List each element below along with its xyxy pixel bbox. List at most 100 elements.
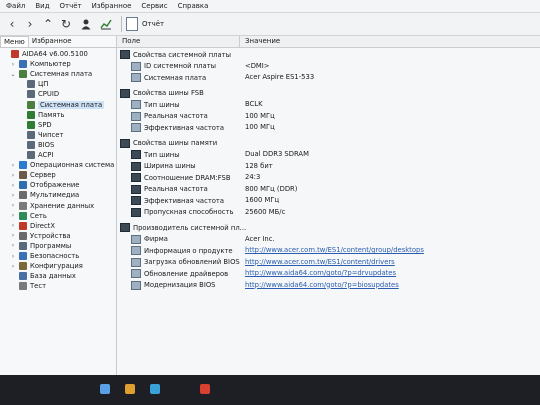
expand-icon[interactable]: › — [10, 222, 16, 229]
up-icon[interactable]: ⌃ — [40, 16, 56, 32]
menu-report[interactable]: Отчёт — [60, 2, 82, 10]
expand-icon[interactable]: › — [10, 253, 16, 260]
tree-item[interactable]: › Отображение — [10, 180, 80, 190]
detail-row[interactable]: Тип шины Dual DDR3 SDRAM — [117, 149, 540, 159]
group-row[interactable]: Свойства шины памяти — [117, 138, 540, 148]
taskbar-folder-icon[interactable] — [125, 384, 135, 394]
column-value[interactable]: Значение — [245, 37, 280, 45]
tree-item[interactable]: BIOS — [18, 140, 54, 150]
detail-row[interactable]: Тип шины BCLK — [117, 99, 540, 109]
detail-row[interactable]: Обновление драйверов http://www.aida64.co… — [117, 268, 540, 278]
field-cell: ID системной платы — [131, 61, 216, 71]
back-icon[interactable]: ‹ — [4, 16, 20, 32]
tab-menu[interactable]: Меню — [0, 36, 29, 47]
detail-row[interactable]: Загрузка обновлений BIOS http://www.acer.… — [117, 257, 540, 267]
column-separator[interactable] — [239, 36, 240, 47]
detail-row[interactable]: Ширина шины 128 бит — [117, 161, 540, 171]
detail-row[interactable]: Системная плата Acer Aspire ES1-533 — [117, 72, 540, 82]
forward-icon[interactable]: › — [22, 16, 38, 32]
group-row[interactable]: Свойства системной платы — [117, 49, 540, 59]
expand-icon[interactable]: › — [10, 192, 16, 199]
expand-icon[interactable]: › — [10, 162, 16, 169]
expand-icon[interactable]: › — [10, 212, 16, 219]
tree-item[interactable]: › Операционная система — [10, 160, 114, 170]
tree-item[interactable]: База данных — [10, 271, 76, 281]
tree-item[interactable]: ACPI — [18, 150, 53, 160]
tree-item[interactable]: › Компьютер — [10, 59, 71, 69]
tree-item-label: Отображение — [30, 181, 80, 190]
tree-item-icon — [27, 120, 35, 129]
navigation-panel: Меню Избранное AIDA64 v6.00.5100 › Компьют… — [0, 36, 117, 375]
detail-row[interactable]: Реальная частота 800 МГц (DDR) — [117, 184, 540, 194]
tree-item[interactable]: › Мультимедиа — [10, 190, 79, 200]
expand-icon[interactable]: › — [10, 61, 16, 68]
tree-item[interactable]: AIDA64 v6.00.5100 — [2, 49, 88, 59]
tree-item[interactable]: › Устройства — [10, 231, 71, 241]
detail-row[interactable]: Модернизация BIOS http://www.aida64.com/g… — [117, 280, 540, 290]
menu-file[interactable]: Файл — [6, 2, 25, 10]
value-link[interactable]: http://www.aida64.com/goto/?p=biosupdate… — [245, 281, 399, 289]
detail-row[interactable]: ID системной платы <DMI> — [117, 61, 540, 71]
column-field[interactable]: Поле — [122, 37, 140, 45]
value-link[interactable]: http://www.aida64.com/goto/?p=drvupdates — [245, 269, 396, 277]
tree-item[interactable]: › Сервер — [10, 170, 56, 180]
menu-help[interactable]: Справка — [178, 2, 209, 10]
taskbar-app-icon[interactable] — [100, 384, 110, 394]
detail-row[interactable]: Соотношение DRAM:FSB 24:3 — [117, 172, 540, 182]
expand-icon[interactable]: › — [10, 242, 16, 249]
report-button[interactable]: Отчёт — [126, 16, 164, 32]
tree-item-label: Безопасность — [30, 252, 80, 260]
expand-icon[interactable]: › — [10, 263, 16, 270]
field-label: Пропускная способность — [144, 208, 234, 216]
expand-icon[interactable]: › — [10, 202, 16, 209]
expand-icon[interactable]: › — [10, 232, 16, 239]
tree-item-label: Хранение данных — [30, 201, 95, 210]
refresh-icon[interactable]: ↻ — [58, 16, 74, 32]
detail-row[interactable]: Эффективная частота 100 МГц — [117, 122, 540, 132]
tree-item[interactable]: SPD — [18, 120, 52, 130]
tree-item-label: Сервер — [30, 171, 56, 180]
tree-item[interactable]: Тест — [10, 281, 46, 291]
chart-icon[interactable] — [98, 16, 114, 32]
detail-row[interactable]: Информация о продукте http://www.acer.com… — [117, 245, 540, 255]
tree-item[interactable]: Память — [18, 110, 64, 120]
tree-item-icon — [19, 221, 27, 230]
menu-view[interactable]: Вид — [35, 2, 49, 10]
expand-icon[interactable]: › — [10, 172, 16, 179]
tree-item[interactable]: CPUID — [18, 89, 59, 99]
taskbar-aida64-icon[interactable] — [200, 384, 210, 394]
tree-item-label: Тест — [30, 282, 47, 291]
field-label: Производитель системной пл... — [133, 223, 247, 232]
group-row[interactable]: Производитель системной пл... — [117, 222, 540, 232]
tree-item[interactable]: › Безопасность — [10, 251, 79, 261]
user-icon[interactable] — [78, 16, 94, 32]
report-icon — [126, 17, 138, 31]
tree-item[interactable]: › Хранение данных — [10, 201, 94, 211]
tree-item-icon — [27, 130, 35, 139]
tree-item[interactable]: Системная плата — [18, 100, 105, 110]
tree-item[interactable]: › Программы — [10, 241, 71, 251]
detail-row[interactable]: Эффективная частота 1600 МГц — [117, 195, 540, 205]
field-icon — [131, 246, 141, 255]
tree-item[interactable]: Чипсет — [18, 130, 63, 140]
detail-row[interactable]: Реальная частота 100 МГц — [117, 111, 540, 121]
tree-item[interactable]: › Сеть — [10, 211, 47, 221]
detail-row[interactable]: Пропускная способность 25600 МБ/с — [117, 207, 540, 217]
menu-service[interactable]: Сервис — [141, 2, 167, 10]
taskbar-browser-icon[interactable] — [150, 384, 160, 394]
menu-favorites[interactable]: Избранное — [92, 2, 132, 10]
tree-item[interactable]: › DirectX — [10, 221, 55, 231]
tree-item[interactable]: › Конфигурация — [10, 261, 83, 271]
field-icon — [131, 196, 141, 205]
value-link[interactable]: http://www.acer.com.tw/ES1/content/drive… — [245, 258, 395, 266]
expand-icon[interactable]: ⌄ — [10, 71, 16, 78]
expand-icon[interactable]: › — [10, 182, 16, 189]
tree-item[interactable]: ЦП — [18, 79, 48, 89]
tree-item-icon — [19, 201, 27, 210]
tree-item-icon — [19, 272, 27, 281]
tab-favorites[interactable]: Избранное — [29, 36, 75, 47]
tree-item[interactable]: ⌄ Системная плата — [10, 69, 92, 79]
group-row[interactable]: Свойства шины FSB — [117, 88, 540, 98]
detail-row[interactable]: Фирма Acer Inc. — [117, 234, 540, 244]
value-link[interactable]: http://www.acer.com.tw/ES1/content/group… — [245, 246, 424, 254]
